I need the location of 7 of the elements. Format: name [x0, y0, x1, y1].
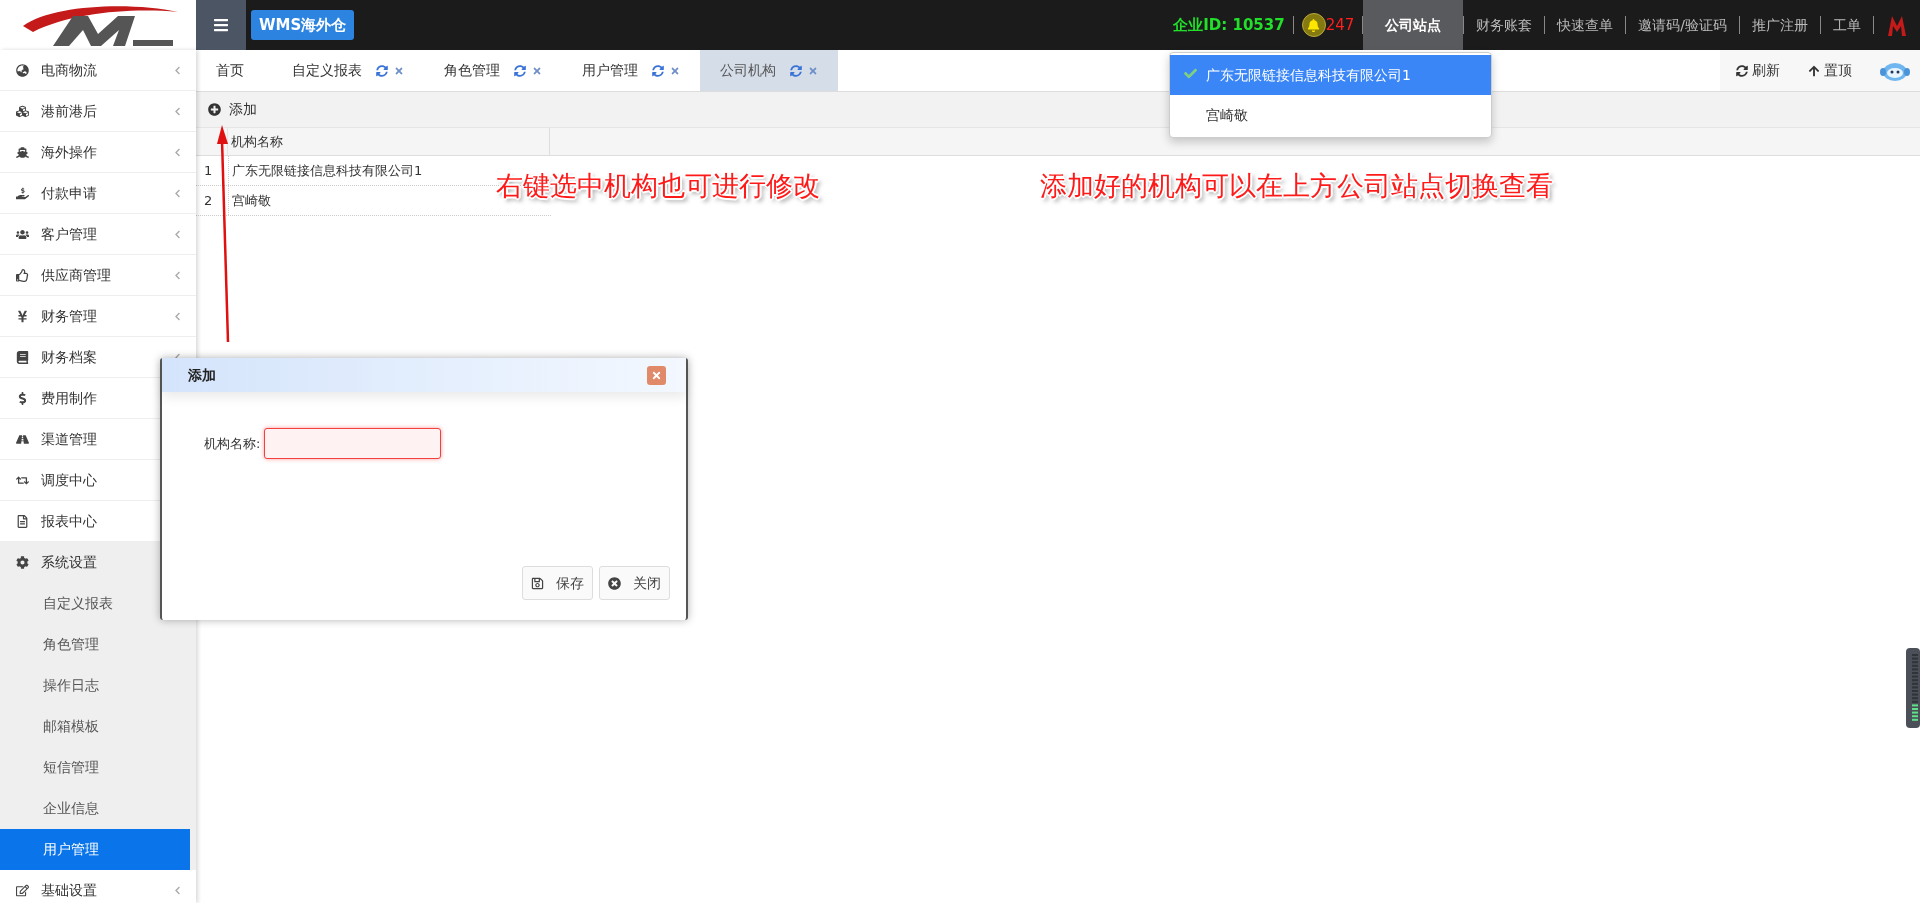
row-number: 2 — [204, 191, 213, 210]
annotation-text: 添加好的机构可以在上方公司站点切换查看 — [1040, 169, 1553, 203]
column-header: 机构名称 — [228, 128, 550, 155]
row-number: 1 — [204, 161, 213, 180]
company-id: 企业ID: 10537 — [1172, 14, 1286, 36]
notification-count: 247 — [1325, 14, 1355, 36]
field-label: 机构名称: — [204, 434, 261, 453]
